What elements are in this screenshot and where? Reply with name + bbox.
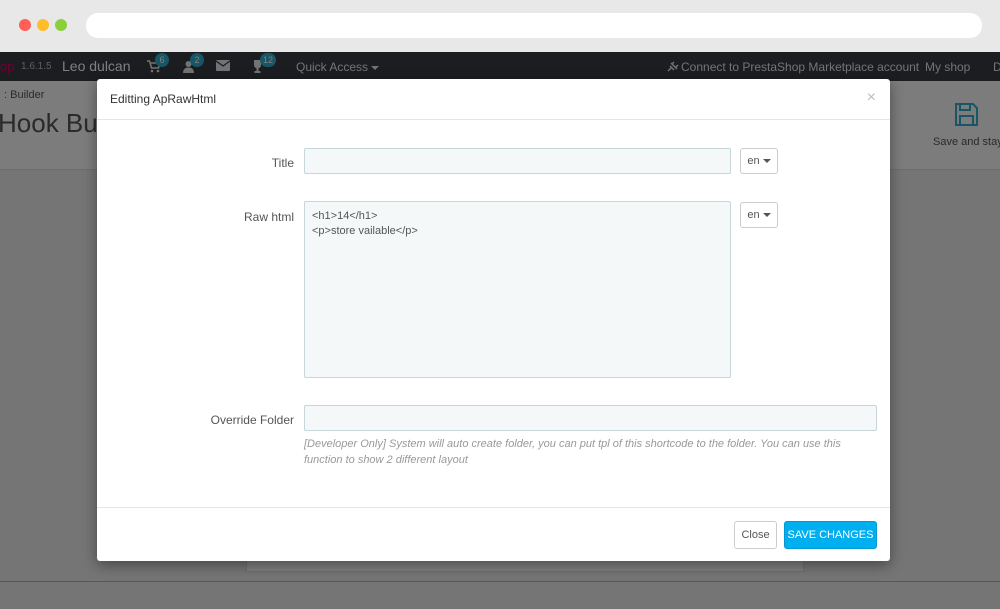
save-changes-button[interactable]: SAVE CHANGES xyxy=(784,521,877,549)
close-button[interactable]: Close xyxy=(734,521,777,549)
raw-html-label: Raw html xyxy=(243,210,294,224)
raw-html-language-label: en xyxy=(747,209,760,221)
modal-title: Editting ApRawHtml xyxy=(110,92,217,106)
title-label: Title xyxy=(271,156,294,170)
close-icon[interactable]: × xyxy=(867,89,876,107)
title-input[interactable] xyxy=(304,148,731,174)
title-language-dropdown[interactable]: en xyxy=(740,148,778,174)
caret-down-icon xyxy=(762,213,771,218)
window-close-dot[interactable] xyxy=(19,19,31,31)
caret-down-icon xyxy=(762,159,771,164)
override-folder-label: Override Folder xyxy=(210,413,294,427)
override-folder-help: [Developer Only] System will auto create… xyxy=(304,438,841,466)
raw-html-language-dropdown[interactable]: en xyxy=(740,202,778,228)
address-bar[interactable] xyxy=(86,13,982,38)
override-folder-input[interactable] xyxy=(304,405,877,431)
modal-footer: Close SAVE CHANGES xyxy=(97,507,890,561)
browser-chrome xyxy=(0,0,1000,52)
window-minimize-dot[interactable] xyxy=(37,19,49,31)
title-language-label: en xyxy=(747,155,760,167)
modal-header: Editting ApRawHtml × xyxy=(97,79,890,120)
edit-modal: Editting ApRawHtml × Title en Raw html <… xyxy=(97,79,890,561)
window-maximize-dot[interactable] xyxy=(55,19,67,31)
raw-html-textarea[interactable]: <h1>14</h1> <p>store vailable</p> xyxy=(304,201,731,378)
